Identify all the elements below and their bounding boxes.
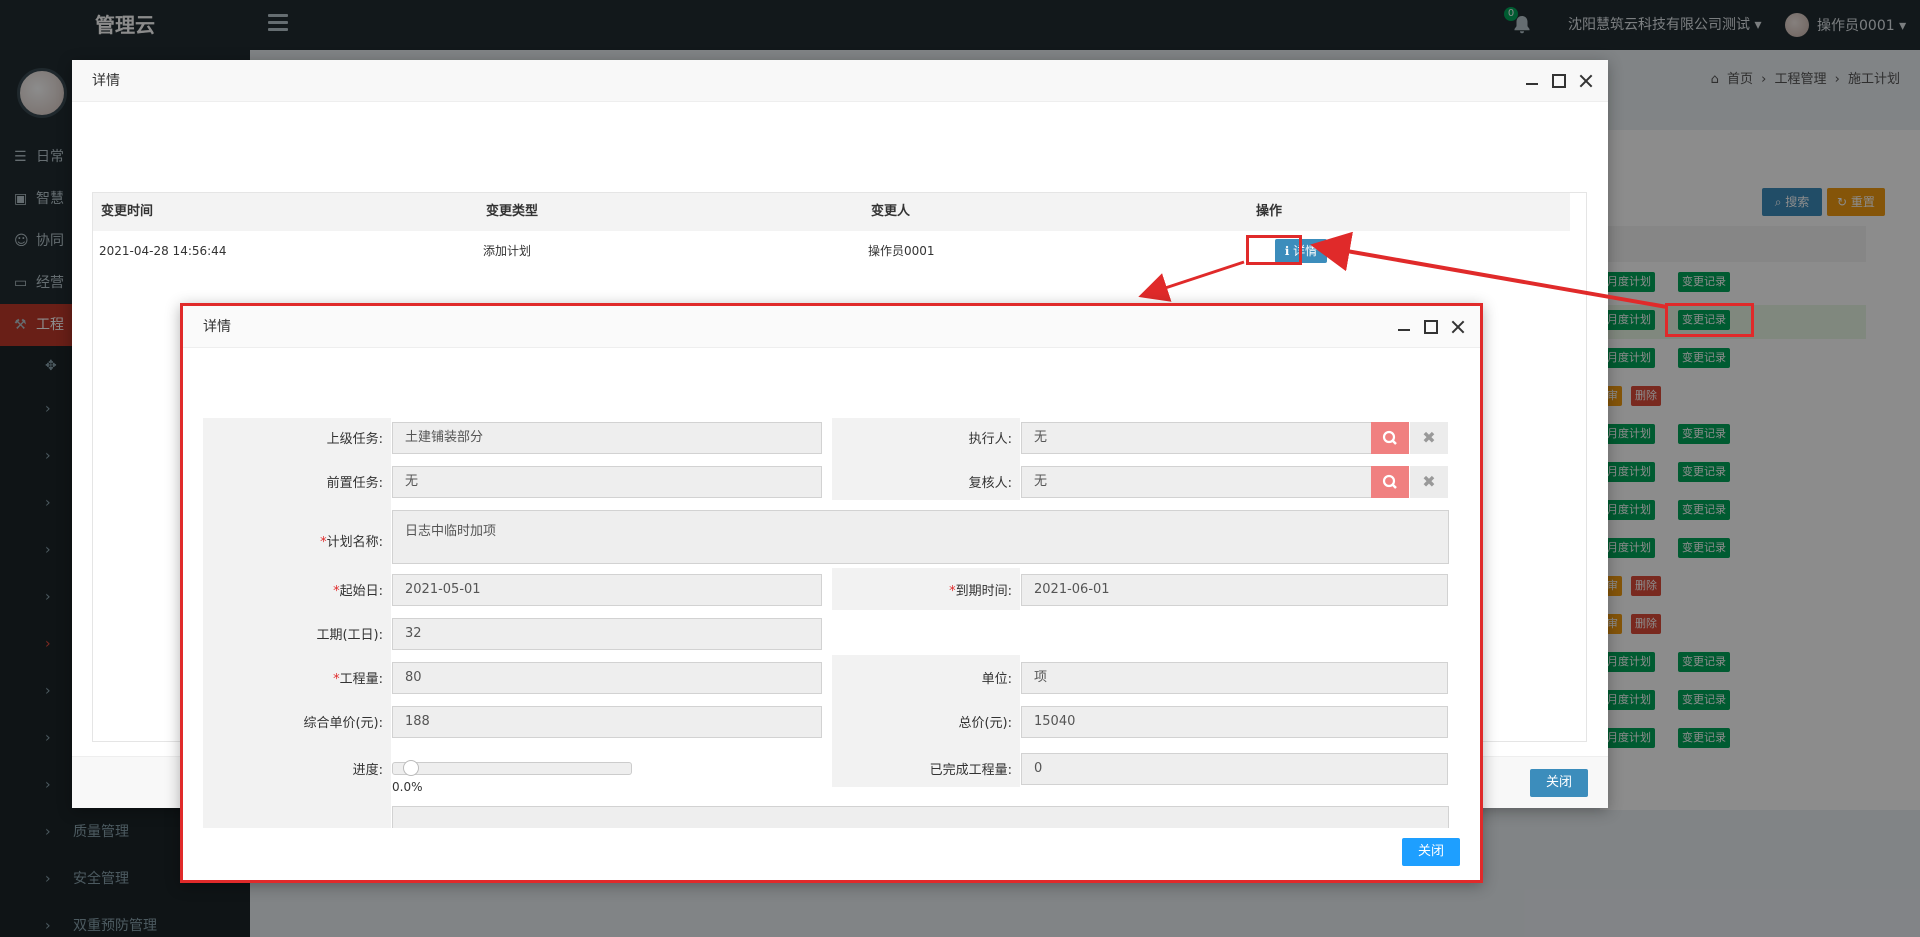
field-label: *起始日: — [333, 584, 383, 599]
progress-value: 0.0% — [392, 780, 423, 794]
field-label: 进度: — [352, 763, 383, 778]
duration-input[interactable]: 32 — [392, 618, 822, 650]
modal-title: 详情 — [203, 319, 231, 335]
plan-detail-form: 上级任务: 土建铺装部分 执行人: 无 ✖ 前置任务: 无 复核人: 无 ✖ *… — [203, 418, 1463, 828]
field-label: 总价(元): — [958, 716, 1012, 731]
maximize-icon[interactable] — [1552, 74, 1566, 88]
remark-textarea[interactable] — [392, 806, 1449, 828]
start-date-input[interactable]: 2021-05-01 — [392, 574, 822, 606]
change-time-cell: 2021-04-28 14:56:44 — [99, 244, 227, 258]
close-icon[interactable] — [1450, 319, 1466, 335]
modal-header: 详情 — [183, 306, 1480, 348]
column-header: 变更时间 — [101, 204, 154, 219]
reviewer-input[interactable]: 无 — [1021, 466, 1372, 498]
progress-slider[interactable] — [392, 760, 632, 776]
executor-clear-button[interactable]: ✖ — [1410, 422, 1448, 454]
field-label: *到期时间: — [949, 584, 1012, 599]
reviewer-search-button[interactable] — [1371, 466, 1409, 498]
quantity-input[interactable]: 80 — [392, 662, 822, 694]
due-date-input[interactable]: 2021-06-01 — [1021, 574, 1448, 606]
minimize-icon[interactable] — [1524, 73, 1540, 89]
change-person-cell: 操作员0001 — [868, 244, 935, 258]
field-label: *工程量: — [333, 672, 383, 687]
field-label: 前置任务: — [326, 476, 383, 491]
slider-handle[interactable] — [403, 760, 419, 776]
change-type-cell: 添加计划 — [483, 244, 532, 258]
close-icon: ✖ — [1422, 428, 1436, 447]
reviewer-clear-button[interactable]: ✖ — [1410, 466, 1448, 498]
executor-search-button[interactable] — [1371, 422, 1409, 454]
field-label: *计划名称: — [320, 535, 383, 550]
modal-header: 详情 — [72, 60, 1608, 102]
search-icon — [1382, 474, 1397, 489]
completed-qty-input[interactable]: 0 — [1021, 753, 1448, 785]
field-label: 已完成工程量: — [929, 763, 1012, 778]
field-label: 复核人: — [968, 476, 1012, 491]
search-icon — [1382, 430, 1397, 445]
highlight-box — [1665, 303, 1754, 337]
close-button[interactable]: 关闭 — [1530, 769, 1588, 797]
close-icon: ✖ — [1422, 472, 1436, 491]
minimize-icon[interactable] — [1396, 319, 1412, 335]
parent-task-input[interactable]: 土建铺装部分 — [392, 422, 822, 454]
highlight-box — [1246, 235, 1302, 265]
field-label: 综合单价(元): — [303, 716, 383, 731]
column-header: 变更类型 — [486, 204, 539, 219]
executor-input[interactable]: 无 — [1021, 422, 1372, 454]
close-icon[interactable] — [1578, 73, 1594, 89]
column-header: 操作 — [1256, 204, 1283, 219]
maximize-icon[interactable] — [1424, 320, 1438, 334]
unit-price-input[interactable]: 188 — [392, 706, 822, 738]
plan-detail-modal: 详情 上级任务: 土建铺装部分 执行人: 无 ✖ 前置任务: 无 复核人: 无 … — [180, 303, 1483, 883]
field-label: 上级任务: — [326, 432, 383, 447]
field-label: 单位: — [981, 672, 1012, 687]
modal-title: 详情 — [92, 73, 120, 89]
column-header: 变更人 — [871, 204, 911, 219]
unit-input[interactable]: 项 — [1021, 662, 1448, 694]
field-label: 工期(工日): — [316, 628, 383, 643]
plan-name-textarea[interactable]: 日志中临时加项 — [392, 510, 1449, 564]
total-price-input[interactable]: 15040 — [1021, 706, 1448, 738]
close-button[interactable]: 关闭 — [1402, 838, 1460, 866]
field-label: 执行人: — [968, 432, 1012, 447]
table-header: 变更时间 变更类型 变更人 操作 — [93, 193, 1570, 231]
pre-task-input[interactable]: 无 — [392, 466, 822, 498]
